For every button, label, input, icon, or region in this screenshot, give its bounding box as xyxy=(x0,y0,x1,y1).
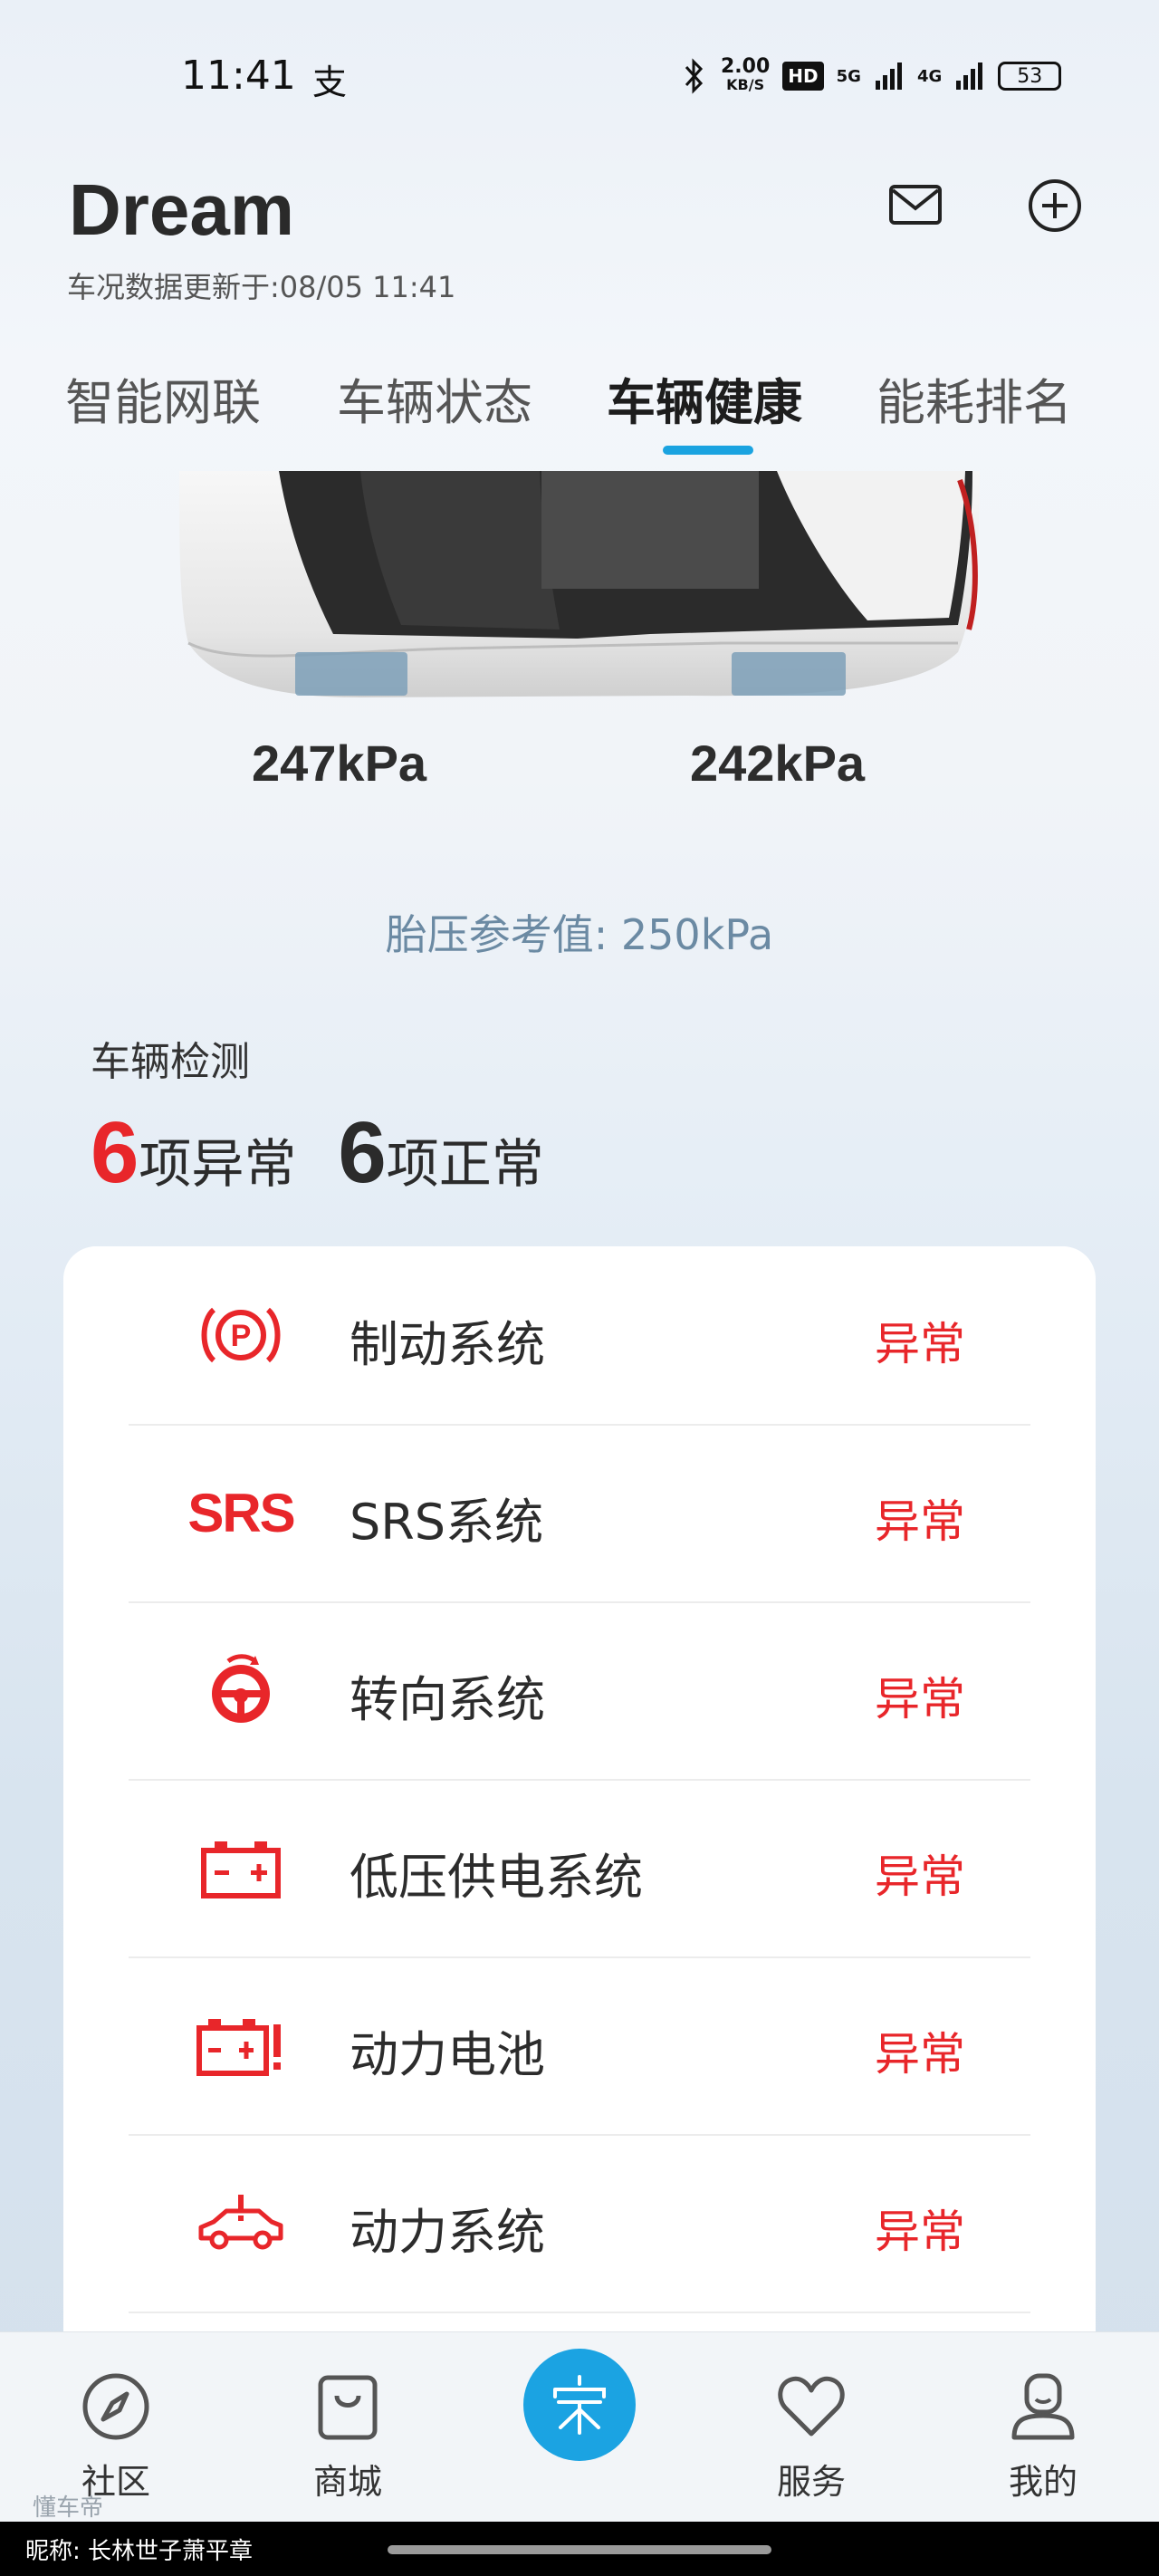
list-item-steering[interactable]: 转向系统 异常 xyxy=(129,1601,1030,1781)
signal-bars-icon xyxy=(956,62,983,90)
list-item-label: 制动系统 xyxy=(350,1316,545,1373)
network-speed-value: 2.00 xyxy=(721,55,771,78)
srs-icon-text: SRS xyxy=(187,1482,295,1543)
nav-profile[interactable]: 我的 xyxy=(971,2332,1116,2514)
watermark: 懂车帝 xyxy=(33,2494,104,2522)
signal-5g-label: 5G xyxy=(836,66,861,86)
status-badge: 异常 xyxy=(875,1850,965,1903)
signal-bars-icon xyxy=(875,62,902,90)
abnormal-text: 项异常 xyxy=(139,1133,297,1195)
list-item-brake[interactable]: P 制动系统 异常 xyxy=(129,1246,1030,1426)
list-item-label: 低压供电系统 xyxy=(350,1849,643,1906)
car-warning-icon xyxy=(194,2187,288,2259)
shopping-bag-icon xyxy=(318,2375,378,2440)
hd-voice-icon: HD xyxy=(782,62,824,91)
car-top-view-image xyxy=(179,471,980,697)
mail-icon xyxy=(889,185,942,225)
network-speed-unit: KB/S xyxy=(726,76,765,93)
nav-label: 我的 xyxy=(1008,2462,1078,2502)
nav-label: 商城 xyxy=(312,2462,382,2502)
list-item-label: 动力电池 xyxy=(350,2026,545,2083)
nav-home-center-button[interactable] xyxy=(523,2349,636,2461)
active-tab-indicator xyxy=(663,446,753,455)
add-button[interactable] xyxy=(1027,178,1083,234)
bluetooth-icon xyxy=(685,58,704,94)
list-item-label: 动力系统 xyxy=(350,2204,545,2261)
tab-bar: 智能网联 车辆状态 车辆健康 能耗排名 xyxy=(0,362,1159,455)
battery-indicator: 53 xyxy=(998,62,1062,91)
status-indicators: 2.00 KB/S HD 5G 4G 53 xyxy=(681,54,1062,98)
network-speed: 2.00 KB/S xyxy=(721,55,771,94)
signal-4g-label: 4G xyxy=(916,66,943,86)
song-logo-icon xyxy=(553,2375,606,2435)
status-badge: 异常 xyxy=(875,1673,965,1725)
steering-wheel-icon xyxy=(194,1654,288,1726)
tab-energy-ranking[interactable]: 能耗排名 xyxy=(876,362,1072,434)
list-item-label: 转向系统 xyxy=(350,1671,545,1728)
alipay-notification-icon: 支 xyxy=(312,62,348,102)
list-item-label: SRS系统 xyxy=(350,1494,544,1551)
update-timestamp: 车况数据更新于:08/05 11:41 xyxy=(67,270,456,304)
list-item-power-battery[interactable]: 动力电池 异常 xyxy=(129,1956,1030,2136)
status-time: 11:41 xyxy=(181,53,296,99)
tab-vehicle-status[interactable]: 车辆状态 xyxy=(337,362,532,434)
caption-nickname: 昵称: 长林世子萧平章 xyxy=(25,2538,254,2565)
nav-mall[interactable]: 商城 xyxy=(275,2332,420,2514)
status-badge: 异常 xyxy=(875,2028,965,2081)
tire-pressure-right: 242kPa xyxy=(690,735,866,792)
normal-text: 项正常 xyxy=(386,1133,544,1195)
profile-icon xyxy=(1011,2373,1075,2440)
bottom-navigation: 社区 商城 服务 我的 xyxy=(0,2331,1159,2523)
status-badge: 异常 xyxy=(875,1318,965,1370)
message-button[interactable] xyxy=(887,178,943,232)
list-item-powertrain[interactable]: 动力系统 异常 xyxy=(129,2134,1030,2313)
vehicle-detection-label: 车辆检测 xyxy=(91,1039,250,1085)
page-title: Dream xyxy=(69,169,295,250)
battery-warning-icon xyxy=(194,2009,288,2081)
nav-community[interactable]: 社区 xyxy=(43,2332,188,2514)
status-badge: 异常 xyxy=(875,1495,965,1548)
svg-text:P: P xyxy=(231,1319,252,1353)
system-list-card: P 制动系统 异常 SRS SRS系统 异常 转向系统 异常 低压供电系统 异常… xyxy=(63,1246,1096,2424)
tab-smart-connect[interactable]: 智能网联 xyxy=(65,362,261,434)
nav-service[interactable]: 服务 xyxy=(739,2332,884,2514)
compass-icon xyxy=(82,2373,149,2440)
nav-label: 服务 xyxy=(776,2462,846,2502)
caption-bar: 昵称: 长林世子萧平章 xyxy=(0,2522,1159,2576)
abnormal-count: 6 xyxy=(91,1104,139,1201)
list-item-low-voltage[interactable]: 低压供电系统 异常 xyxy=(129,1779,1030,1958)
tab-vehicle-health[interactable]: 车辆健康 xyxy=(607,362,802,434)
detection-summary: 6 项异常 6 项正常 xyxy=(91,1103,544,1203)
battery-icon xyxy=(194,1831,288,1904)
plus-circle-icon xyxy=(1029,179,1081,232)
normal-count: 6 xyxy=(338,1104,387,1201)
status-badge: 异常 xyxy=(875,2206,965,2258)
tire-pressure-left: 247kPa xyxy=(252,735,427,792)
tire-pressure-reference: 胎压参考值: 250kPa xyxy=(385,910,774,959)
home-indicator[interactable] xyxy=(388,2545,771,2554)
heart-icon xyxy=(778,2376,845,2437)
srs-icon: SRS xyxy=(187,1476,295,1549)
parking-brake-icon: P xyxy=(194,1299,288,1371)
list-item-srs[interactable]: SRS SRS系统 异常 xyxy=(129,1424,1030,1603)
